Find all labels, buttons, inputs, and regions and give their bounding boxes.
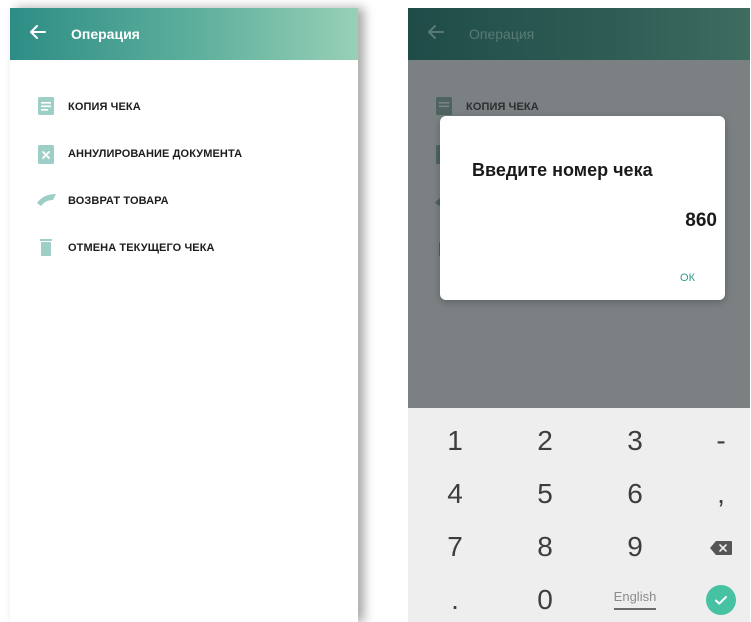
app-bar: Операция (10, 8, 358, 60)
language-label: English (613, 589, 657, 604)
key-9[interactable]: 9 (592, 520, 678, 573)
key-2[interactable]: 2 (502, 414, 588, 467)
back-arrow-icon (426, 22, 446, 42)
key-5[interactable]: 5 (502, 467, 588, 520)
key-3[interactable]: 3 (592, 414, 678, 467)
key-enter[interactable] (678, 573, 750, 622)
menu-item-receipt-copy[interactable]: КОПИЯ ЧЕКА (10, 92, 358, 139)
receipt-number-dialog: Введите номер чека ОК (440, 116, 725, 300)
key-8[interactable]: 8 (502, 520, 588, 573)
key-minus[interactable]: - (678, 414, 750, 467)
key-dot[interactable]: . (412, 573, 498, 622)
return-arrow-icon (36, 190, 56, 210)
backspace-icon (709, 531, 733, 563)
operation-menu: КОПИЯ ЧЕКА АННУЛИРОВАНИЕ ДОКУМЕНТА ВОЗВР… (10, 92, 358, 280)
menu-item-label: АННУЛИРОВАНИЕ ДОКУМЕНТА (68, 148, 243, 160)
page-title: Операция (71, 26, 140, 42)
menu-item-annul-document[interactable]: АННУЛИРОВАНИЕ ДОКУМЕНТА (10, 139, 358, 186)
menu-item-cancel-current-receipt[interactable]: ОТМЕНА ТЕКУЩЕГО ЧЕКА (10, 233, 358, 280)
language-underline (614, 608, 656, 610)
ok-button[interactable]: ОК (680, 272, 695, 284)
document-copy-icon (36, 96, 56, 116)
key-1[interactable]: 1 (412, 414, 498, 467)
trash-icon (36, 237, 56, 257)
app-bar-dimmed: Операция (408, 8, 750, 60)
dialog-title: Введите номер чека (472, 160, 653, 180)
key-0[interactable]: 0 (502, 573, 588, 622)
back-arrow-icon[interactable] (28, 22, 48, 42)
document-cancel-icon (36, 143, 56, 164)
menu-item-label: ОТМЕНА ТЕКУЩЕГО ЧЕКА (68, 242, 215, 254)
receipt-number-input[interactable] (597, 210, 717, 232)
checkmark-icon (706, 584, 736, 615)
key-backspace[interactable] (678, 520, 750, 573)
key-comma[interactable]: , (678, 467, 750, 520)
key-7[interactable]: 7 (412, 520, 498, 573)
menu-item-label: ВОЗВРАТ ТОВАРА (68, 195, 169, 207)
page-title: Операция (469, 26, 535, 42)
key-6[interactable]: 6 (592, 467, 678, 520)
numeric-keyboard: 1 2 3 - 4 5 6 , 7 8 9 . 0 English (408, 408, 750, 622)
menu-item-label: КОПИЯ ЧЕКА (466, 101, 539, 113)
menu-item-label: КОПИЯ ЧЕКА (68, 101, 141, 113)
document-copy-icon (434, 96, 454, 116)
receipt-number-screen: Операция КОПИЯ ЧЕКА Введите номер чека 8… (408, 8, 750, 622)
menu-item-product-return[interactable]: ВОЗВРАТ ТОВАРА (10, 186, 358, 233)
operation-screen: Операция КОПИЯ ЧЕКА АННУЛИРОВАНИЕ ДОКУМЕ… (10, 8, 358, 622)
key-language[interactable]: English (592, 573, 678, 622)
key-4[interactable]: 4 (412, 467, 498, 520)
